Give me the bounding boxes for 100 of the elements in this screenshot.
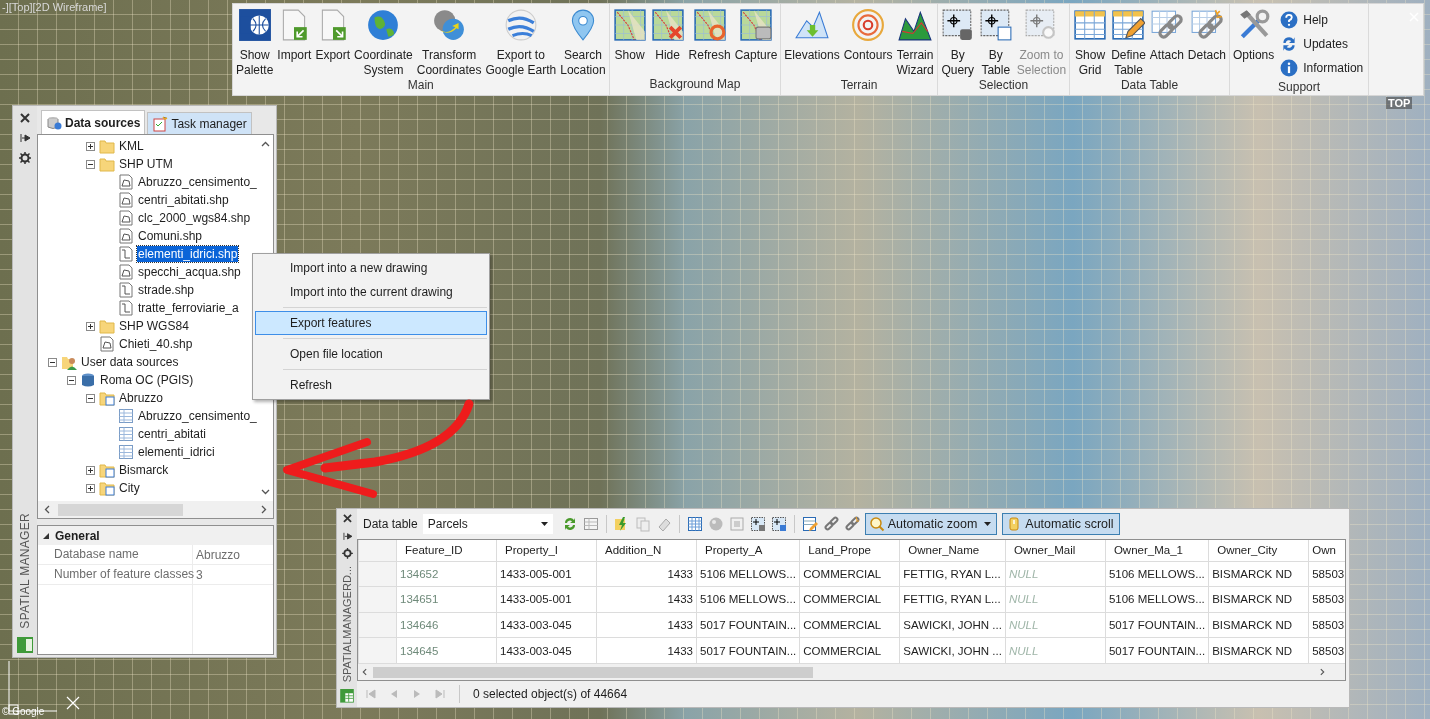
- tab[interactable]: Data sources: [41, 110, 146, 134]
- menu-item[interactable]: Import into the current drawing: [255, 280, 487, 304]
- tree-item[interactable]: centri_abitati.shp: [137, 192, 230, 208]
- column-header[interactable]: Land_Prope: [799, 540, 900, 561]
- tree-item[interactable]: User data sources: [80, 354, 180, 370]
- column-header[interactable]: Owner_Name: [899, 540, 1006, 561]
- chevron-right-icon[interactable]: [261, 505, 267, 514]
- edit-icon[interactable]: [801, 516, 818, 532]
- chevron-up-icon[interactable]: [260, 141, 270, 147]
- tree-item[interactable]: tratte_ferroviarie_a: [137, 300, 240, 316]
- scrollbar-thumb[interactable]: [373, 666, 813, 678]
- ribbon-button[interactable]: Define Table: [1109, 8, 1148, 78]
- tree-item[interactable]: Abruzzo_censimento_: [137, 408, 258, 424]
- ribbon-button[interactable]: Information: [1276, 56, 1368, 80]
- collapse-triangle-icon[interactable]: [42, 531, 50, 540]
- chevron-left-icon[interactable]: [44, 505, 50, 514]
- column-header[interactable]: Addition_N: [596, 540, 697, 561]
- selection-icon[interactable]: [749, 516, 766, 532]
- polygon-file-icon: [118, 264, 134, 280]
- ribbon-button[interactable]: Coordinate System: [352, 8, 415, 78]
- tree-item[interactable]: elementi_idrici.shp: [137, 246, 239, 262]
- sheet-icon[interactable]: [582, 516, 599, 532]
- ribbon-button[interactable]: Options: [1230, 8, 1277, 63]
- viewcube-label[interactable]: TOP: [1386, 97, 1413, 109]
- ribbon-button[interactable]: Detach: [1185, 8, 1228, 63]
- horizontal-scrollbar[interactable]: [38, 501, 273, 518]
- toggle-button[interactable]: Automatic zoom: [864, 513, 998, 535]
- ribbon-button[interactable]: Help: [1276, 8, 1368, 32]
- tree-item[interactable]: SHP UTM: [118, 156, 174, 172]
- tree-item[interactable]: City: [118, 480, 141, 496]
- tree-item[interactable]: centri_abitati: [137, 426, 208, 442]
- ribbon-button[interactable]: Show: [610, 8, 649, 63]
- expander-icon[interactable]: [86, 483, 95, 493]
- chevron-down-icon[interactable]: [260, 489, 270, 495]
- ribbon-button[interactable]: Import: [275, 8, 314, 63]
- column-header[interactable]: Feature_ID: [396, 540, 497, 561]
- ribbon-button[interactable]: Refresh: [686, 8, 733, 63]
- ribbon-button[interactable]: Show Palette: [234, 8, 276, 78]
- ribbon-button[interactable]: Transform Coordinates: [414, 8, 484, 78]
- tree-item[interactable]: SHP WGS84: [118, 318, 190, 334]
- layer-dropdown[interactable]: Parcels: [422, 514, 553, 534]
- ribbon-button[interactable]: Updates: [1276, 32, 1368, 56]
- ribbon-button[interactable]: Export: [313, 8, 353, 63]
- column-header[interactable]: Property_A: [696, 540, 800, 561]
- tree-item[interactable]: clc_2000_wgs84.shp: [137, 210, 252, 226]
- toggle-button[interactable]: Automatic scroll: [1002, 513, 1120, 535]
- expander-icon[interactable]: [86, 465, 95, 475]
- chevron-right-icon[interactable]: [1320, 668, 1325, 676]
- tree-item[interactable]: Abruzzo: [118, 390, 165, 406]
- pin-icon[interactable]: [19, 132, 31, 144]
- tree-item[interactable]: strade.shp: [137, 282, 196, 298]
- tree-item[interactable]: elementi_idrici: [137, 444, 216, 460]
- viewport-label[interactable]: -][Top][2D Wireframe]: [2, 1, 107, 13]
- ribbon-button[interactable]: Attach: [1147, 8, 1186, 63]
- expander-icon[interactable]: [86, 159, 95, 169]
- ribbon-button[interactable]: Search Location: [558, 8, 608, 78]
- tree-item[interactable]: Bismarck: [118, 462, 170, 478]
- expander-icon[interactable]: [86, 141, 95, 151]
- tree-item[interactable]: Abruzzo_censimento_: [137, 174, 258, 190]
- selection-icon[interactable]: [770, 516, 787, 532]
- tree-item[interactable]: KML: [118, 138, 145, 154]
- table-logo-icon[interactable]: [340, 689, 354, 703]
- pin-icon[interactable]: [341, 530, 353, 542]
- chevron-left-icon[interactable]: [362, 668, 367, 676]
- menu-item[interactable]: Refresh: [255, 373, 487, 397]
- ribbon-button[interactable]: Terrain Wizard: [894, 8, 936, 78]
- expander-icon[interactable]: [67, 375, 76, 385]
- ribbon-button[interactable]: Capture: [732, 8, 780, 63]
- tree-item[interactable]: specchi_acqua.shp: [137, 264, 242, 280]
- ribbon-button[interactable]: Contours: [841, 8, 895, 63]
- settings-icon[interactable]: [19, 152, 31, 164]
- menu-item[interactable]: Open file location: [255, 342, 487, 366]
- column-header[interactable]: Property_I: [496, 540, 597, 561]
- column-header[interactable]: Owner_Mail: [1005, 540, 1106, 561]
- logo-icon[interactable]: [17, 637, 33, 653]
- ribbon-button[interactable]: Show Grid: [1071, 8, 1110, 78]
- tree-item[interactable]: Comuni.shp: [137, 228, 204, 244]
- menu-item[interactable]: Import into a new drawing: [255, 256, 487, 280]
- globe-icon: [366, 8, 401, 42]
- menu-item[interactable]: Export features: [255, 311, 487, 335]
- grid-icon[interactable]: [686, 516, 703, 532]
- table-cell: BISMARCK ND: [1208, 637, 1309, 664]
- horizontal-scrollbar[interactable]: [358, 664, 1345, 680]
- chain-link-icon[interactable]: [822, 516, 839, 532]
- ribbon-button[interactable]: Elevations: [782, 8, 842, 63]
- column-header[interactable]: Owner_City: [1208, 540, 1309, 561]
- tree-item[interactable]: Chieti_40.shp: [118, 336, 194, 352]
- ribbon-button[interactable]: Export to Google Earth: [483, 8, 559, 78]
- settings-icon[interactable]: [341, 548, 353, 560]
- ribbon-button[interactable]: By Table: [976, 8, 1015, 78]
- ribbon-button[interactable]: Hide: [648, 8, 687, 63]
- column-header[interactable]: Owner_Ma_1: [1105, 540, 1209, 561]
- broken-chain-icon[interactable]: [843, 516, 860, 532]
- expander-icon[interactable]: [86, 321, 95, 331]
- ribbon-button[interactable]: By Query: [938, 8, 977, 78]
- tab[interactable]: Task manager: [147, 112, 252, 134]
- expander-icon[interactable]: [86, 393, 95, 403]
- scrollbar-thumb[interactable]: [58, 503, 183, 516]
- expander-icon[interactable]: [48, 357, 57, 367]
- tree-item[interactable]: Roma OC (PGIS): [99, 372, 195, 388]
